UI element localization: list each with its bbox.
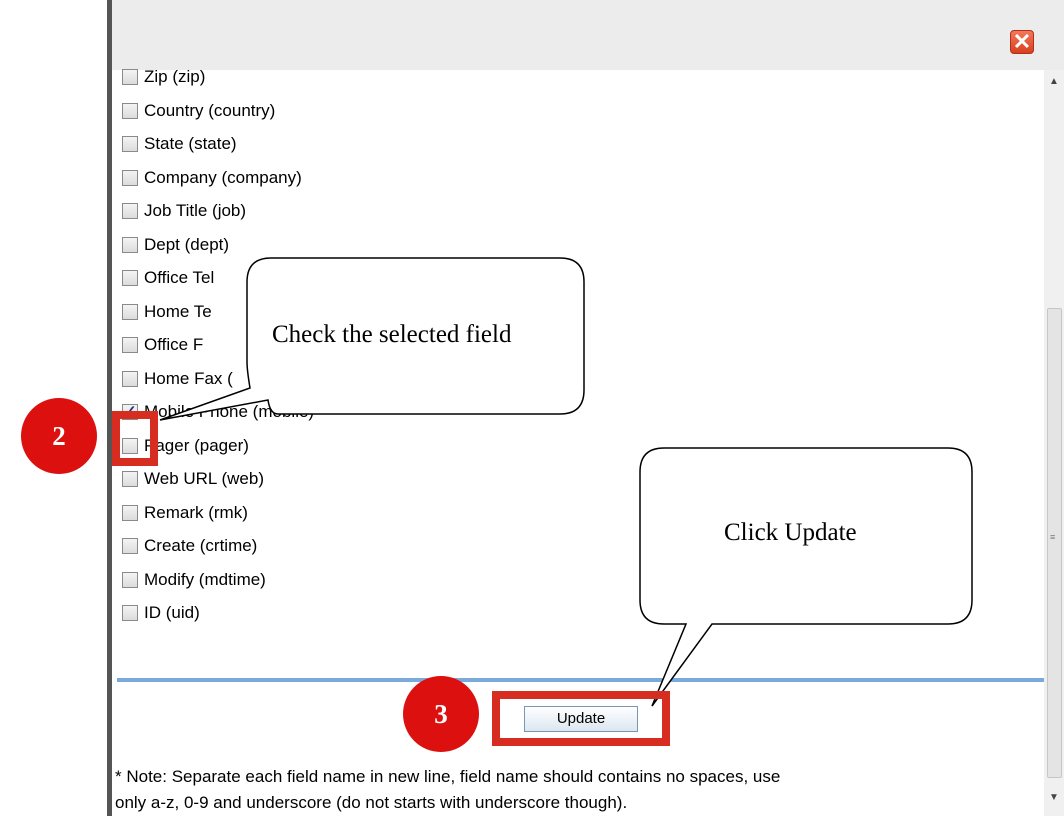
step-3-badge: 3 — [403, 676, 479, 752]
highlight-mobile-checkbox — [112, 411, 158, 466]
callout-update-text: Click Update — [724, 519, 857, 546]
callout-update-bubble — [639, 447, 973, 707]
highlight-update-button — [492, 691, 670, 746]
step-2-badge: 2 — [21, 398, 97, 474]
callout-check-text: Check the selected field — [272, 321, 512, 348]
